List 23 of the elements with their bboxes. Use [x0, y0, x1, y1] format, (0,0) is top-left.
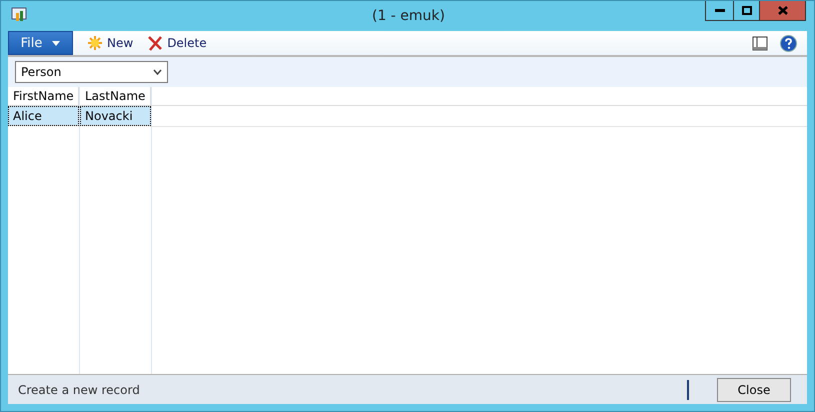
status-text: Create a new record	[18, 382, 141, 396]
close-button[interactable]: Close	[717, 378, 791, 402]
file-menu-button[interactable]: File	[8, 31, 73, 55]
caret-icon	[52, 40, 60, 46]
maximize-icon	[742, 6, 752, 15]
sun-icon	[87, 35, 103, 51]
type-dropdown[interactable]: Person	[15, 61, 168, 83]
help-icon[interactable]	[780, 34, 797, 52]
column-header[interactable]: LastName	[80, 87, 151, 106]
layout-icon[interactable]	[752, 36, 768, 50]
app-icon	[11, 6, 27, 22]
delete-button[interactable]: Delete	[147, 35, 207, 51]
table-cell[interactable]: Novacki	[80, 106, 151, 126]
chevron-icon	[153, 69, 162, 75]
table-cell[interactable]: Alice	[8, 106, 79, 126]
column-header[interactable]: FirstName	[8, 87, 79, 106]
minimize-button[interactable]	[705, 1, 734, 21]
x-icon	[147, 35, 164, 51]
close-icon	[778, 6, 788, 15]
new-button[interactable]: New	[87, 35, 134, 51]
minimize-icon	[714, 8, 724, 12]
close-button[interactable]	[759, 1, 806, 21]
window-title: (1 - emuk)	[370, 8, 446, 24]
